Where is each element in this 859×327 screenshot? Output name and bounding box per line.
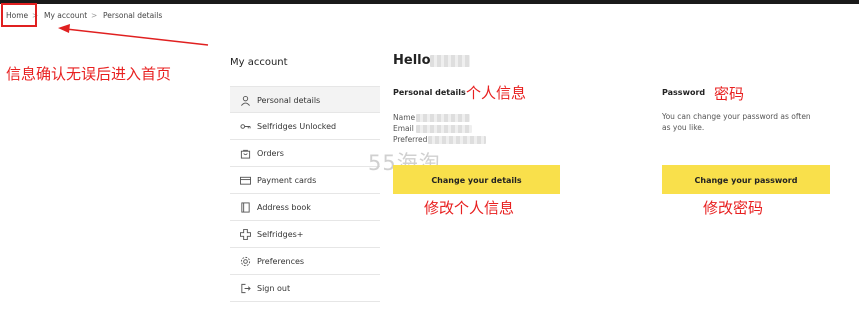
annotation-edit-password: 修改密码 [703, 199, 764, 217]
redacted-value [428, 136, 486, 144]
password-title: Password [662, 88, 706, 97]
sidebar-item-selfridges-unlocked[interactable]: Selfridges Unlocked [230, 113, 380, 140]
greeting: Hello [393, 53, 431, 68]
email-label: Email [393, 124, 414, 133]
sidebar-item-preferences[interactable]: Preferences [230, 248, 380, 275]
sidebar-item-label: Orders [257, 149, 284, 158]
sidebar-item-label: Personal details [257, 96, 321, 105]
card-icon [240, 176, 251, 185]
key-icon [240, 124, 251, 129]
annotation-personal-info: 个人信息 [466, 84, 527, 102]
annotation-password: 密码 [714, 85, 745, 103]
sidebar-title: My account [230, 57, 288, 68]
preferred-label: Preferred [393, 135, 428, 144]
sidebar-item-label: Selfridges Unlocked [257, 122, 337, 131]
redacted-name [430, 55, 470, 67]
sidebar-item-sign-out[interactable]: Sign out [230, 275, 380, 302]
sidebar-item-selfridges-plus[interactable]: Selfridges+ [230, 221, 380, 248]
redacted-value [416, 114, 470, 122]
sidebar-item-label: Payment cards [257, 176, 317, 185]
change-password-button[interactable]: Change your password [662, 165, 830, 194]
annotation-left-note: 信息确认无误后进入首页 [6, 65, 172, 83]
sidebar-item-payment-cards[interactable]: Payment cards [230, 167, 380, 194]
sidebar-item-personal-details[interactable]: Personal details [230, 86, 380, 113]
change-details-button[interactable]: Change your details [393, 165, 560, 194]
personal-details-title: Personal details [393, 88, 466, 97]
sidebar-nav: Personal details Selfridges Unlocked Ord… [230, 86, 380, 302]
sidebar-item-label: Address book [257, 203, 311, 212]
sidebar-item-address-book[interactable]: Address book [230, 194, 380, 221]
name-label: Name [393, 113, 416, 122]
signout-icon [241, 283, 251, 294]
sidebar-item-orders[interactable]: Orders [230, 140, 380, 167]
sidebar-item-label: Preferences [257, 257, 305, 266]
redacted-value [416, 125, 472, 133]
password-description: You can change your password as often as… [662, 112, 811, 132]
annotation-edit-personal: 修改个人信息 [424, 199, 515, 217]
sidebar-item-label: Selfridges+ [257, 230, 304, 239]
plus-icon [240, 229, 251, 240]
gear-icon [240, 256, 251, 267]
book-icon [241, 202, 250, 213]
sidebar-item-label: Sign out [257, 284, 291, 293]
bag-icon [240, 149, 251, 159]
user-icon [241, 96, 250, 106]
